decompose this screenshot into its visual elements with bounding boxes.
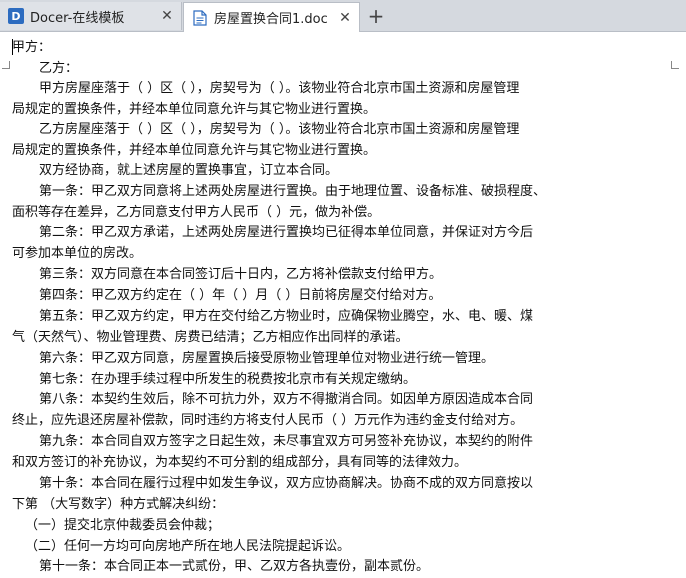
doc-line[interactable]: 第七条：在办理手续过程中所发生的税费按北京市有关规定缴纳。 <box>39 370 416 391</box>
margin-corner-mark <box>9 61 10 69</box>
doc-line[interactable]: 乙方房屋座落于（ ）区（ ），房契号为（ ）。该物业符合北京市国土资源和房屋管理 <box>39 120 519 141</box>
doc-line[interactable]: 局规定的置换条件，并经本单位同意允许与其它物业进行置换。 <box>12 141 376 162</box>
doc-line[interactable]: 第二条：甲乙双方承诺，上述两处房屋进行置换均已征得本单位同意，并保证对方今后 <box>39 223 533 244</box>
doc-line[interactable]: 第五条：甲乙双方约定，甲方在交付给乙方物业时，应确保物业腾空，水、电、暖、煤 <box>39 307 533 328</box>
docer-icon: D <box>8 8 24 24</box>
doc-line[interactable]: 第十条：本合同在履行过程中如发生争议，双方应协商解决。协商不成的双方同意按以 <box>39 474 533 495</box>
doc-line[interactable]: 气（天然气）、物业管理费、房费已结清；乙方相应作出同样的承诺。 <box>12 328 409 349</box>
doc-line[interactable]: 第十一条：本合同正本一式贰份，甲、乙双方各执壹份，副本贰份。 <box>39 557 429 578</box>
tab-bar: D Docer-在线模板 ✕ 房屋置换合同1.doc ✕ + <box>0 0 686 32</box>
doc-line[interactable]: 第六条：甲乙双方同意，房屋置换后接受原物业管理单位对物业进行统一管理。 <box>39 349 494 370</box>
tab-contract-document[interactable]: 房屋置换合同1.doc ✕ <box>183 2 360 32</box>
doc-icon <box>192 9 208 26</box>
tab-label: 房屋置换合同1.doc <box>214 12 328 27</box>
doc-line[interactable]: 第四条：甲乙双方约定在（ ）年（ ）月（ ）日前将房屋交付给对方。 <box>39 286 441 307</box>
doc-line[interactable]: 局规定的置换条件，并经本单位同意允许与其它物业进行置换。 <box>12 100 376 121</box>
doc-line[interactable]: 第一条：甲乙双方同意将上述两处房屋进行置换。由于地理位置、设备标准、破损程度、 <box>39 182 546 203</box>
tab-label: Docer-在线模板 <box>30 10 125 26</box>
margin-corner-mark <box>671 61 672 69</box>
close-icon[interactable]: ✕ <box>159 8 175 24</box>
doc-line[interactable]: 和双方签订的补充协议，为本契约不可分割的组成部分，具有同等的法律效力。 <box>12 453 467 474</box>
margin-corner-mark <box>671 68 679 69</box>
tab-docer-templates[interactable]: D Docer-在线模板 ✕ <box>0 2 182 30</box>
doc-line[interactable]: 终止，应先退还房屋补偿款，同时违约方将支付人民币（ ）万元作为违约金支付给对方。 <box>12 411 523 432</box>
doc-line[interactable]: （二）任何一方均可向房地产所在地人民法院提起诉讼。 <box>25 537 350 558</box>
doc-line[interactable]: 第三条：双方同意在本合同签订后十日内，乙方将补偿款支付给甲方。 <box>39 265 442 286</box>
new-tab-button[interactable]: + <box>364 4 388 28</box>
doc-line[interactable]: 甲方： <box>12 38 51 59</box>
doc-line[interactable]: 下第 （大写数字）种方式解决纠纷： <box>12 495 224 516</box>
doc-line[interactable]: 可参加本单位的房改。 <box>12 244 142 265</box>
doc-line[interactable]: 双方经协商，就上述房屋的置换事宜，订立本合同。 <box>39 161 338 182</box>
doc-line[interactable]: （一）提交北京仲裁委员会仲裁； <box>25 516 220 537</box>
doc-line[interactable]: 第八条：本契约生效后，除不可抗力外，双方不得撤消合同。如因单方原因造成本合同 <box>39 390 533 411</box>
doc-line[interactable]: 乙方： <box>39 59 78 80</box>
doc-line[interactable]: 第九条：本合同自双方签字之日起生效，未尽事宜双方可另签补充协议，本契约的附件 <box>39 432 533 453</box>
close-icon[interactable]: ✕ <box>337 10 353 26</box>
doc-line[interactable]: 面积等存在差异，乙方同意支付甲方人民币（ ）元，做为补偿。 <box>12 203 380 224</box>
doc-line[interactable]: 甲方房屋座落于（ ）区（ ），房契号为（ ）。该物业符合北京市国土资源和房屋管理 <box>39 79 519 100</box>
